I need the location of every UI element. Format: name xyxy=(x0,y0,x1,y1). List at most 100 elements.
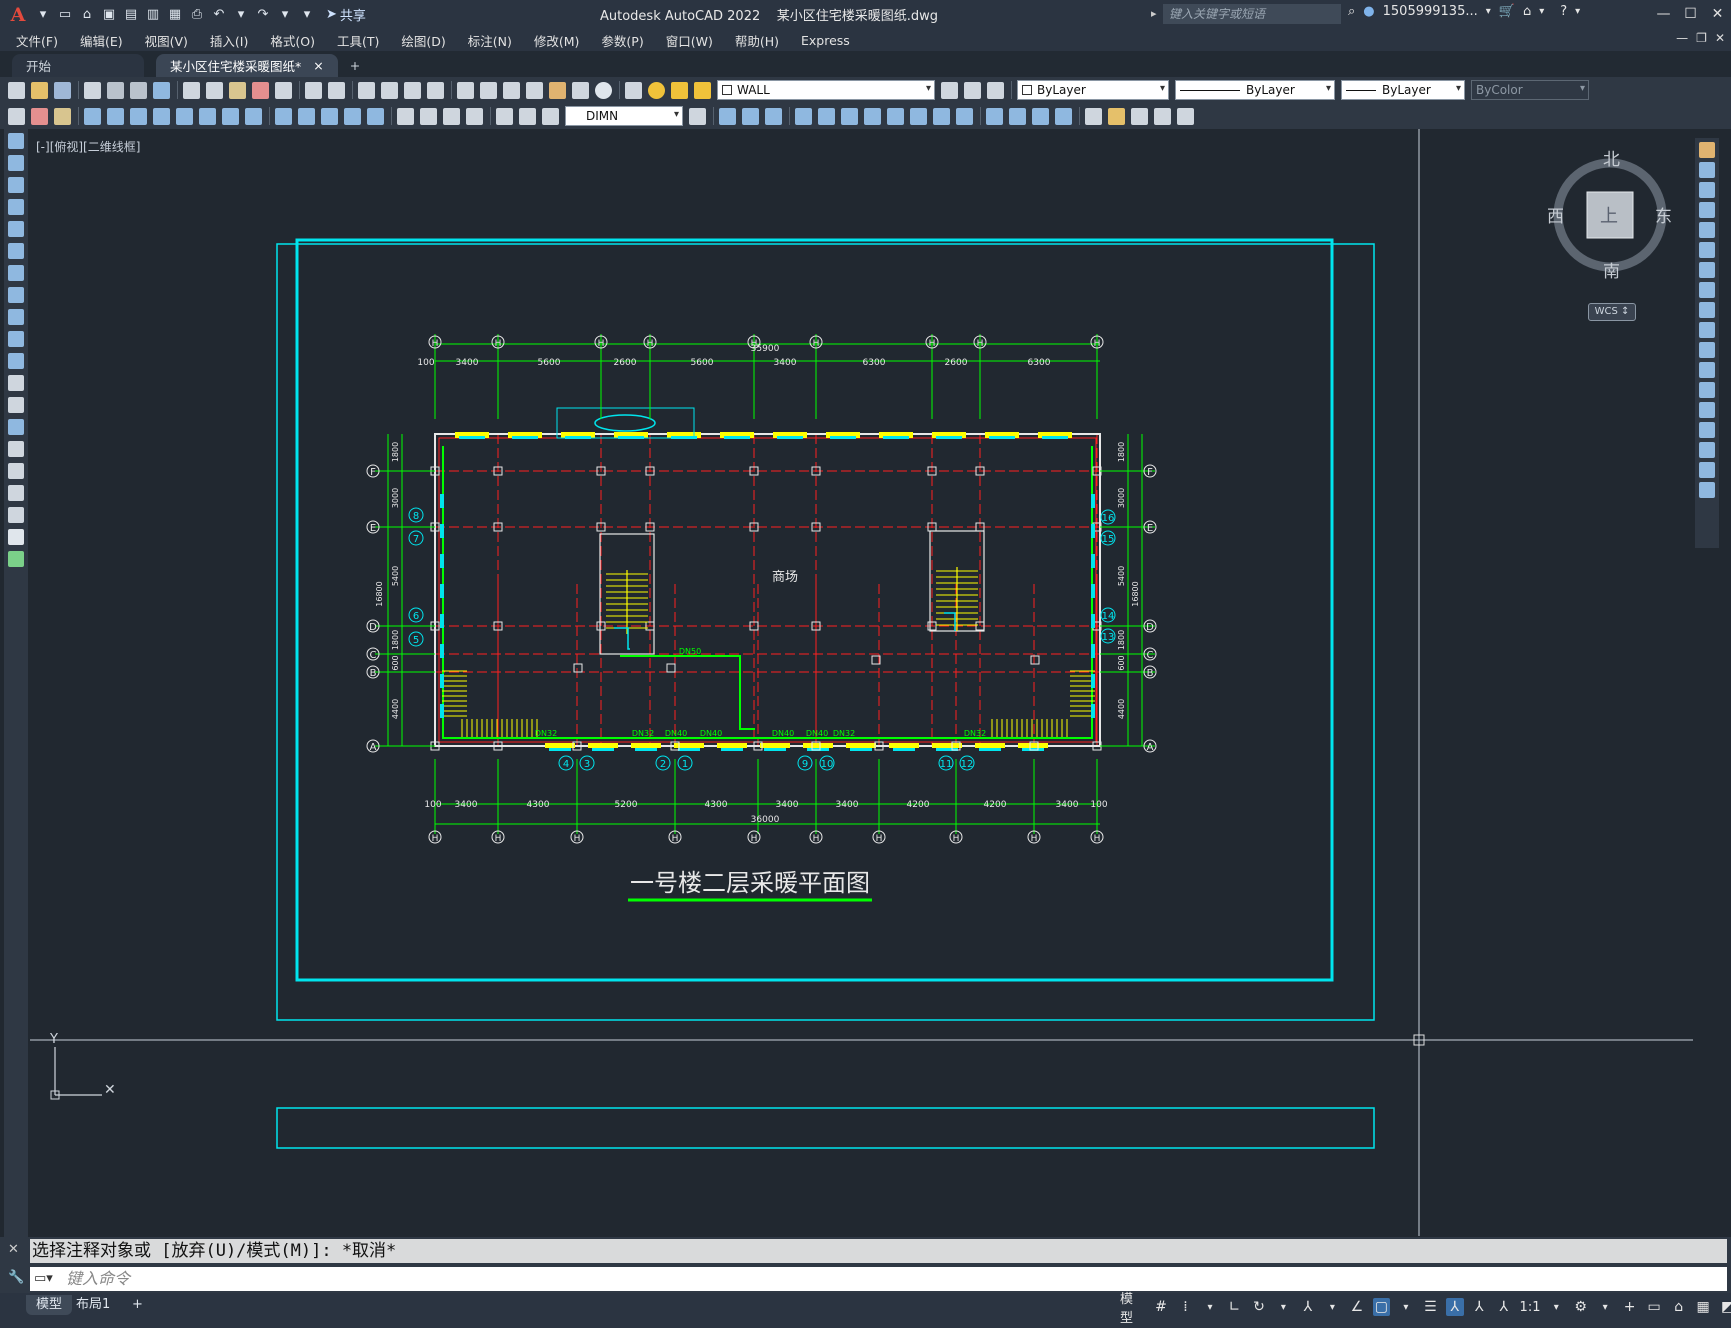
mirror-icon[interactable] xyxy=(1699,182,1715,198)
drawing-canvas[interactable]: 3590036000100 3400 5600 2600 5600 3400 6300 260… xyxy=(30,129,1693,1236)
explode-icon[interactable] xyxy=(1699,482,1715,498)
dim-angular-icon[interactable] xyxy=(245,107,262,125)
zoom-realtime-icon[interactable] xyxy=(381,81,398,99)
ellipse-icon[interactable] xyxy=(8,331,24,347)
redo-icon[interactable]: ↷ xyxy=(254,6,272,24)
cart-icon[interactable]: 🛒 xyxy=(1499,4,1515,19)
dim-edit-icon[interactable] xyxy=(496,107,513,125)
subtract-icon[interactable] xyxy=(742,107,759,125)
color-dropdown[interactable]: ByLayer ▾ xyxy=(1017,80,1169,100)
blend-curves-icon[interactable] xyxy=(1699,462,1715,478)
loft-icon[interactable] xyxy=(887,107,904,125)
menu-view[interactable]: 视图(V) xyxy=(145,31,188,50)
dim-diameter-icon[interactable] xyxy=(222,107,239,125)
new-tab-button[interactable]: + xyxy=(350,54,360,77)
dim-update-icon[interactable] xyxy=(542,107,559,125)
ortho-icon[interactable]: ∟ xyxy=(1226,1298,1243,1316)
draworder-icon[interactable] xyxy=(8,107,25,125)
multiline-text-icon[interactable] xyxy=(8,529,24,545)
annotation-icon[interactable] xyxy=(54,107,71,125)
doc-close-icon[interactable]: ✕ xyxy=(1715,31,1725,45)
menu-edit[interactable]: 编辑(E) xyxy=(80,31,123,50)
layer-properties-icon[interactable] xyxy=(625,81,642,99)
extrude-icon[interactable] xyxy=(795,107,812,125)
markup-icon[interactable] xyxy=(549,81,566,99)
sheet-set-icon[interactable] xyxy=(526,81,543,99)
polygon-icon[interactable] xyxy=(8,199,24,215)
menu-modify[interactable]: 修改(M) xyxy=(534,31,580,50)
menu-dimension[interactable]: 标注(N) xyxy=(468,31,512,50)
dim-ordinate-icon[interactable] xyxy=(153,107,170,125)
dim-space-icon[interactable] xyxy=(344,107,361,125)
help-icon[interactable] xyxy=(595,81,612,99)
help-icon[interactable]: ? xyxy=(1560,4,1567,19)
pan-icon[interactable] xyxy=(358,81,375,99)
plot-icon[interactable]: ⎙ xyxy=(188,6,206,24)
autocad-logo-icon[interactable]: A xyxy=(6,4,30,26)
region-icon[interactable] xyxy=(8,485,24,501)
redo-list-icon[interactable]: ▾ xyxy=(276,6,294,24)
extend-icon[interactable] xyxy=(1699,342,1715,358)
plot-icon[interactable] xyxy=(84,81,101,99)
share-button[interactable]: ➤ 共享 xyxy=(326,5,366,24)
center-mark-icon[interactable] xyxy=(420,107,437,125)
slice-icon[interactable] xyxy=(910,107,927,125)
osnap-menu-arrow-icon[interactable]: ▾ xyxy=(1397,1298,1414,1316)
isodraft-menu-arrow-icon[interactable]: ▾ xyxy=(1324,1298,1341,1316)
paste-icon[interactable] xyxy=(229,81,246,99)
object-snap-tracking-icon[interactable]: ∠ xyxy=(1348,1298,1365,1316)
inspection-icon[interactable] xyxy=(443,107,460,125)
line-icon[interactable] xyxy=(8,133,24,149)
rotate-icon[interactable] xyxy=(1699,262,1715,278)
zoom-previous-icon[interactable] xyxy=(427,81,444,99)
dim-style-icon[interactable] xyxy=(689,107,706,125)
linetype-dropdown[interactable]: ByLayer ▾ xyxy=(1175,80,1335,100)
expand-arrow-icon[interactable]: ▸ xyxy=(1151,7,1157,20)
recent-commands-icon[interactable]: ▭▾ xyxy=(34,1271,53,1286)
sweep-icon[interactable] xyxy=(864,107,881,125)
thicken-icon[interactable] xyxy=(933,107,950,125)
table-icon[interactable] xyxy=(8,507,24,523)
app-menu-arrow-icon[interactable]: ▾ xyxy=(1539,6,1544,17)
model-space-button[interactable]: 模型 xyxy=(1120,1288,1145,1326)
object-snap-icon[interactable]: ▢ xyxy=(1372,1298,1391,1316)
make-block-icon[interactable] xyxy=(8,397,24,413)
save-icon[interactable]: ▣ xyxy=(100,6,118,24)
annotation-scale-icon[interactable]: ⅄ xyxy=(1495,1298,1512,1316)
copy-icon[interactable] xyxy=(206,81,223,99)
annotation-scale-value[interactable]: 1:1 xyxy=(1520,1300,1541,1315)
tab-start[interactable]: 开始 xyxy=(12,54,144,77)
ellipse-arc-icon[interactable] xyxy=(8,353,24,369)
layer-states-icon[interactable] xyxy=(987,81,1004,99)
dim-text-edit-icon[interactable] xyxy=(519,107,536,125)
close-icon[interactable]: ✕ xyxy=(1704,0,1731,29)
menu-parametric[interactable]: 参数(P) xyxy=(601,31,643,50)
menu-insert[interactable]: 插入(I) xyxy=(210,31,248,50)
open-icon[interactable] xyxy=(31,81,48,99)
dimstyle-dropdown[interactable]: DIMN ▾ xyxy=(565,106,683,126)
hatch-icon[interactable] xyxy=(8,441,24,457)
view-manager-icon[interactable] xyxy=(1085,107,1102,125)
polyline-icon[interactable] xyxy=(8,177,24,193)
dim-jogged-icon[interactable] xyxy=(199,107,216,125)
undo-icon[interactable] xyxy=(305,81,322,99)
isodraft-icon[interactable]: ⅄ xyxy=(1299,1298,1316,1316)
break-icon[interactable] xyxy=(1699,382,1715,398)
customize-wrench-icon[interactable]: 🔧 xyxy=(8,1270,24,1285)
zoom-window-icon[interactable] xyxy=(404,81,421,99)
plot-preview-icon[interactable]: ▥ xyxy=(144,6,162,24)
rectangle-icon[interactable] xyxy=(8,221,24,237)
stretch-icon[interactable] xyxy=(1699,302,1715,318)
export-icon[interactable]: ▦ xyxy=(166,6,184,24)
command-close-icon[interactable]: ✕ xyxy=(8,1242,19,1257)
menu-help[interactable]: 帮助(H) xyxy=(735,31,779,50)
trim-icon[interactable] xyxy=(1699,322,1715,338)
open-file-icon[interactable]: ⌂ xyxy=(78,6,96,24)
erase-icon[interactable] xyxy=(1699,142,1715,158)
dim-break-icon[interactable] xyxy=(367,107,384,125)
annotation-monitor-icon[interactable]: + xyxy=(1621,1298,1638,1316)
autoscale-icon[interactable]: ⅄ xyxy=(1471,1298,1488,1316)
menu-file[interactable]: 文件(F) xyxy=(16,31,58,50)
offset-icon[interactable] xyxy=(1699,202,1715,218)
doc-minimize-icon[interactable]: — xyxy=(1676,31,1688,45)
